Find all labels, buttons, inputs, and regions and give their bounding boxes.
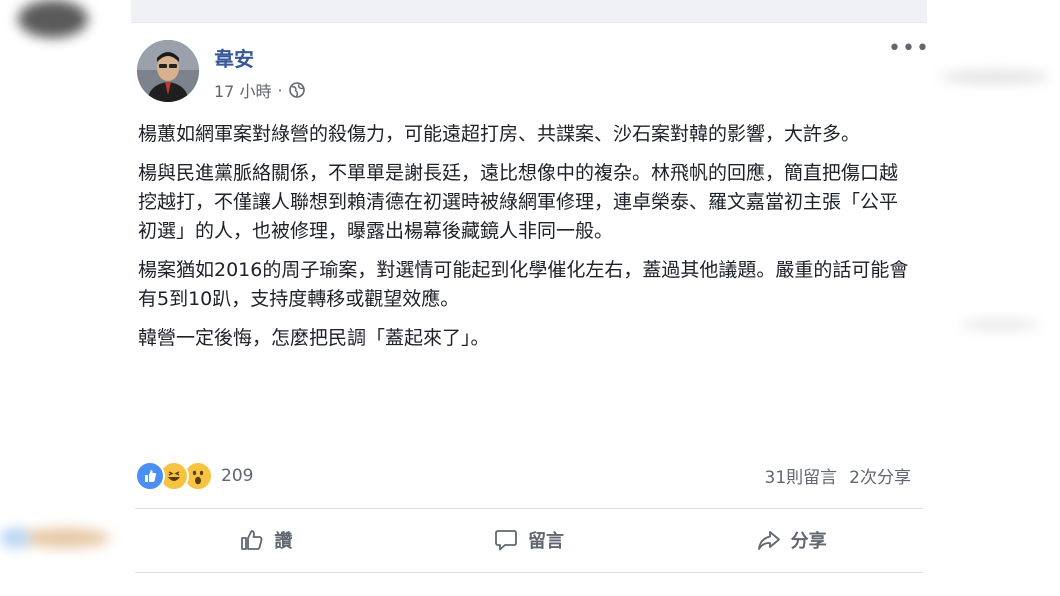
action-bar: 讚 留言 分享 xyxy=(135,511,923,569)
background-blur xyxy=(18,0,88,38)
post-body: 楊蕙如網軍案對綠營的殺傷力，可能遠超打房、共諜案、沙石案對韓的影響，大許多。 楊… xyxy=(138,120,913,363)
like-label: 讚 xyxy=(274,531,293,552)
post-card: 韋安 17 小時 · ••• 楊蕙如網軍案對綠營的殺傷力，可能遠超打房、共諜案、… xyxy=(131,0,930,578)
post-paragraph: 韓營一定後悔，怎麼把民調「蓋起來了」。 xyxy=(138,327,490,349)
background-blur xyxy=(20,528,110,548)
post-paragraph: 楊與民進黨脈絡關係，不單單是謝長廷，遠比想像中的複杂。林飛帆的回應，簡直把傷口越… xyxy=(138,162,899,242)
background-blur xyxy=(960,320,1040,330)
reactions-summary[interactable]: 209 xyxy=(135,461,253,491)
more-icon[interactable]: ••• xyxy=(888,36,930,61)
background-blur xyxy=(940,70,1050,84)
divider xyxy=(135,572,923,573)
top-strip xyxy=(131,0,927,23)
globe-icon[interactable] xyxy=(288,82,305,98)
share-button[interactable]: 分享 xyxy=(660,511,923,569)
share-count[interactable]: 2次分享 xyxy=(849,463,911,488)
reaction-count: 209 xyxy=(221,466,254,486)
post-meta: 17 小時 · xyxy=(214,78,305,102)
avatar-image xyxy=(137,40,199,102)
comment-label: 留言 xyxy=(528,531,564,552)
post-paragraph: 楊蕙如網軍案對綠營的殺傷力，可能遠超打房、共諜案、沙石案對韓的影響，大許多。 xyxy=(138,123,861,145)
post-time[interactable]: 17 小時 xyxy=(214,78,271,102)
share-icon xyxy=(757,531,780,550)
author-name[interactable]: 韋安 xyxy=(214,43,254,72)
comment-button[interactable]: 留言 xyxy=(398,511,661,569)
meta-separator: · xyxy=(277,80,283,100)
background-blur xyxy=(0,528,30,548)
like-button[interactable]: 讚 xyxy=(135,511,398,569)
avatar[interactable] xyxy=(137,40,199,102)
comment-count[interactable]: 31則留言 xyxy=(765,463,838,488)
post-stats: 31則留言 2次分享 xyxy=(765,463,911,488)
comment-icon xyxy=(495,530,517,551)
divider xyxy=(135,508,923,509)
like-reaction-icon xyxy=(135,461,165,491)
share-label: 分享 xyxy=(790,531,827,552)
post-paragraph: 楊案猶如2016的周子瑜案，對選情可能起到化學催化左右，蓋過其他議題。嚴重的話可… xyxy=(138,259,909,310)
thumbs-up-icon xyxy=(241,530,263,550)
